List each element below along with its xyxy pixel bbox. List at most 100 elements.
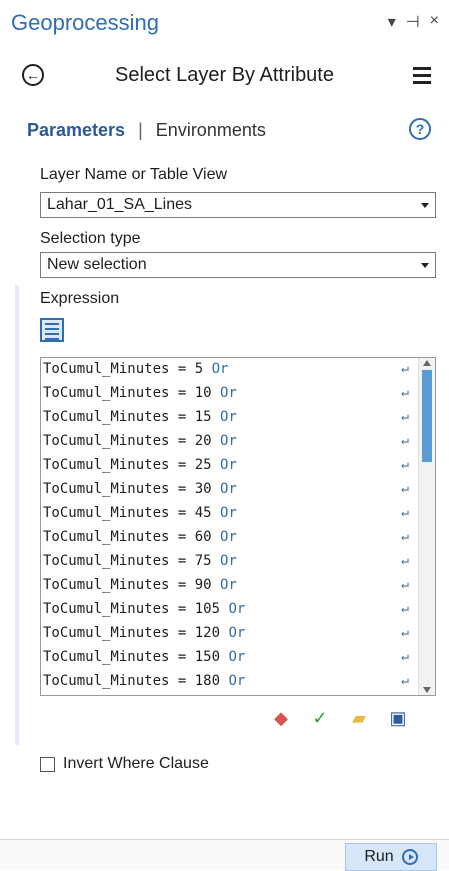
wrap-arrow-icon: ↵: [401, 361, 409, 376]
expression-line[interactable]: ToCumul_Minutes = 150 Or ↵: [41, 646, 435, 670]
selection-type-value: New selection: [47, 256, 147, 273]
expression-line-text: ToCumul_Minutes = 90: [43, 577, 221, 593]
pane-dropdown-icon[interactable]: ▾: [388, 12, 396, 32]
selection-type-label: Selection type: [40, 230, 141, 247]
or-keyword: Or: [220, 553, 237, 569]
run-button[interactable]: Run: [345, 843, 437, 871]
or-keyword: Or: [220, 505, 237, 521]
expression-line[interactable]: ToCumul_Minutes = 15 Or ↵: [41, 406, 435, 430]
expression-line[interactable]: ToCumul_Minutes = 105 Or ↵: [41, 598, 435, 622]
pane-header: Geoprocessing ▾ ⊣ ×: [0, 0, 449, 48]
or-keyword: Or: [211, 361, 229, 377]
footer: Run: [0, 839, 449, 871]
wrap-arrow-icon: ↵: [401, 481, 409, 496]
or-keyword: Or: [220, 529, 237, 545]
tool-title: Select Layer By Attribute: [114, 64, 334, 86]
wrap-arrow-icon: ↵: [401, 529, 409, 544]
layer-dropdown[interactable]: Lahar_01_SA_Lines: [40, 192, 436, 218]
expression-editor[interactable]: ToCumul_Minutes = 5 Or ↵ ToCumul_Minutes =…: [40, 357, 436, 696]
layer-value: Lahar_01_SA_Lines: [47, 196, 193, 213]
help-icon[interactable]: ?: [409, 118, 431, 140]
expression-line-text: ToCumul_Minutes = 10: [43, 385, 221, 401]
expression-line[interactable]: ToCumul_Minutes = 5 Or ↵: [41, 358, 435, 382]
or-keyword: Or: [220, 481, 237, 497]
expression-line-text: ToCumul_Minutes = 180: [43, 673, 229, 689]
expression-line[interactable]: ToCumul_Minutes = 75 Or ↵: [41, 550, 435, 574]
wrap-arrow-icon: ↵: [401, 601, 409, 616]
expression-label: Expression: [40, 290, 120, 307]
wrap-arrow-icon: ↵: [401, 553, 409, 568]
wrap-arrow-icon: ↵: [401, 625, 409, 640]
expression-line-text: ToCumul_Minutes = 45: [43, 505, 221, 521]
expression-line-text: ToCumul_Minutes = 150: [43, 649, 229, 665]
wrap-arrow-icon: ↵: [401, 673, 409, 688]
sql-mode-icon[interactable]: [40, 318, 64, 342]
expression-line[interactable]: ToCumul_Minutes = 30 Or ↵: [41, 478, 435, 502]
expression-line[interactable]: ToCumul_Minutes = 210 Or↵: [41, 694, 435, 695]
expression-line[interactable]: ToCumul_Minutes = 45 Or ↵: [41, 502, 435, 526]
chevron-down-icon: [421, 263, 429, 268]
expression-line[interactable]: ToCumul_Minutes = 120 Or ↵: [41, 622, 435, 646]
wrap-arrow-icon: ↵: [401, 694, 409, 695]
check-icon[interactable]: ✓: [309, 708, 331, 728]
expression-line[interactable]: ToCumul_Minutes = 60 Or ↵: [41, 526, 435, 550]
expression-line-text: ToCumul_Minutes = 75: [43, 553, 221, 569]
expression-line-text: ToCumul_Minutes = 60: [43, 529, 221, 545]
tab-parameters[interactable]: Parameters: [27, 120, 125, 140]
or-keyword: Or: [228, 601, 246, 617]
expression-line-text: ToCumul_Minutes = 30: [43, 481, 221, 497]
wrap-arrow-icon: ↵: [401, 409, 409, 424]
run-label: Run: [364, 848, 394, 865]
folder-icon[interactable]: ▰: [348, 708, 370, 728]
or-keyword: Or: [220, 577, 237, 593]
or-keyword: Or: [220, 385, 237, 401]
expression-line-text: ToCumul_Minutes = 5: [43, 361, 212, 377]
expression-line[interactable]: ToCumul_Minutes = 20 Or ↵: [41, 430, 435, 454]
or-keyword: Or: [220, 409, 237, 425]
eraser-icon[interactable]: ◆: [270, 708, 292, 728]
wrap-arrow-icon: ↵: [401, 577, 409, 592]
scroll-down-icon[interactable]: [423, 687, 431, 693]
invert-checkbox[interactable]: [40, 756, 55, 772]
tab-separator: |: [138, 120, 143, 140]
hamburger-menu-icon[interactable]: [413, 67, 431, 88]
scroll-up-icon[interactable]: [423, 360, 431, 366]
tab-environments[interactable]: Environments: [156, 120, 266, 140]
or-keyword: Or: [228, 625, 246, 641]
expression-line-text: ToCumul_Minutes = 105: [43, 601, 229, 617]
expression-line-text: ToCumul_Minutes = 15: [43, 409, 221, 425]
invert-where-clause[interactable]: Invert Where Clause: [40, 755, 209, 773]
pin-icon[interactable]: ⊣: [406, 12, 420, 32]
editor-toolbar: ◆ ✓ ▰ ▣: [270, 708, 409, 728]
expression-line-text: ToCumul_Minutes = 25: [43, 457, 221, 473]
pane-controls: ▾ ⊣ ×: [388, 12, 439, 32]
wrap-arrow-icon: ↵: [401, 649, 409, 664]
expression-line[interactable]: ToCumul_Minutes = 25 Or ↵: [41, 454, 435, 478]
selection-type-dropdown[interactable]: New selection: [40, 252, 436, 278]
layer-label: Layer Name or Table View: [40, 166, 228, 183]
expression-line-text: ToCumul_Minutes = 120: [43, 625, 229, 641]
expression-line[interactable]: ToCumul_Minutes = 180 Or ↵: [41, 670, 435, 694]
expression-line[interactable]: ToCumul_Minutes = 10 Or ↵: [41, 382, 435, 406]
play-icon: [401, 849, 418, 865]
expression-lines: ToCumul_Minutes = 5 Or ↵ ToCumul_Minutes =…: [41, 358, 435, 695]
or-keyword: Or: [220, 433, 237, 449]
wrap-arrow-icon: ↵: [401, 385, 409, 400]
wrap-arrow-icon: ↵: [401, 457, 409, 472]
wrap-arrow-icon: ↵: [401, 505, 409, 520]
or-keyword: Or: [228, 649, 246, 665]
expression-line-text: ToCumul_Minutes = 20: [43, 433, 221, 449]
vertical-scrollbar[interactable]: [418, 358, 435, 695]
invert-label: Invert Where Clause: [63, 755, 209, 772]
save-icon[interactable]: ▣: [387, 708, 409, 728]
parameter-accent-bar: [15, 285, 19, 745]
expression-line[interactable]: ToCumul_Minutes = 90 Or ↵: [41, 574, 435, 598]
pane-title: Geoprocessing: [11, 10, 159, 35]
or-keyword: Or: [228, 673, 246, 689]
wrap-arrow-icon: ↵: [401, 433, 409, 448]
tool-header: ← Select Layer By Attribute: [0, 54, 449, 98]
scroll-thumb[interactable]: [422, 370, 432, 462]
or-keyword: Or: [220, 457, 237, 473]
close-icon[interactable]: ×: [430, 12, 439, 32]
chevron-down-icon: [421, 203, 429, 208]
